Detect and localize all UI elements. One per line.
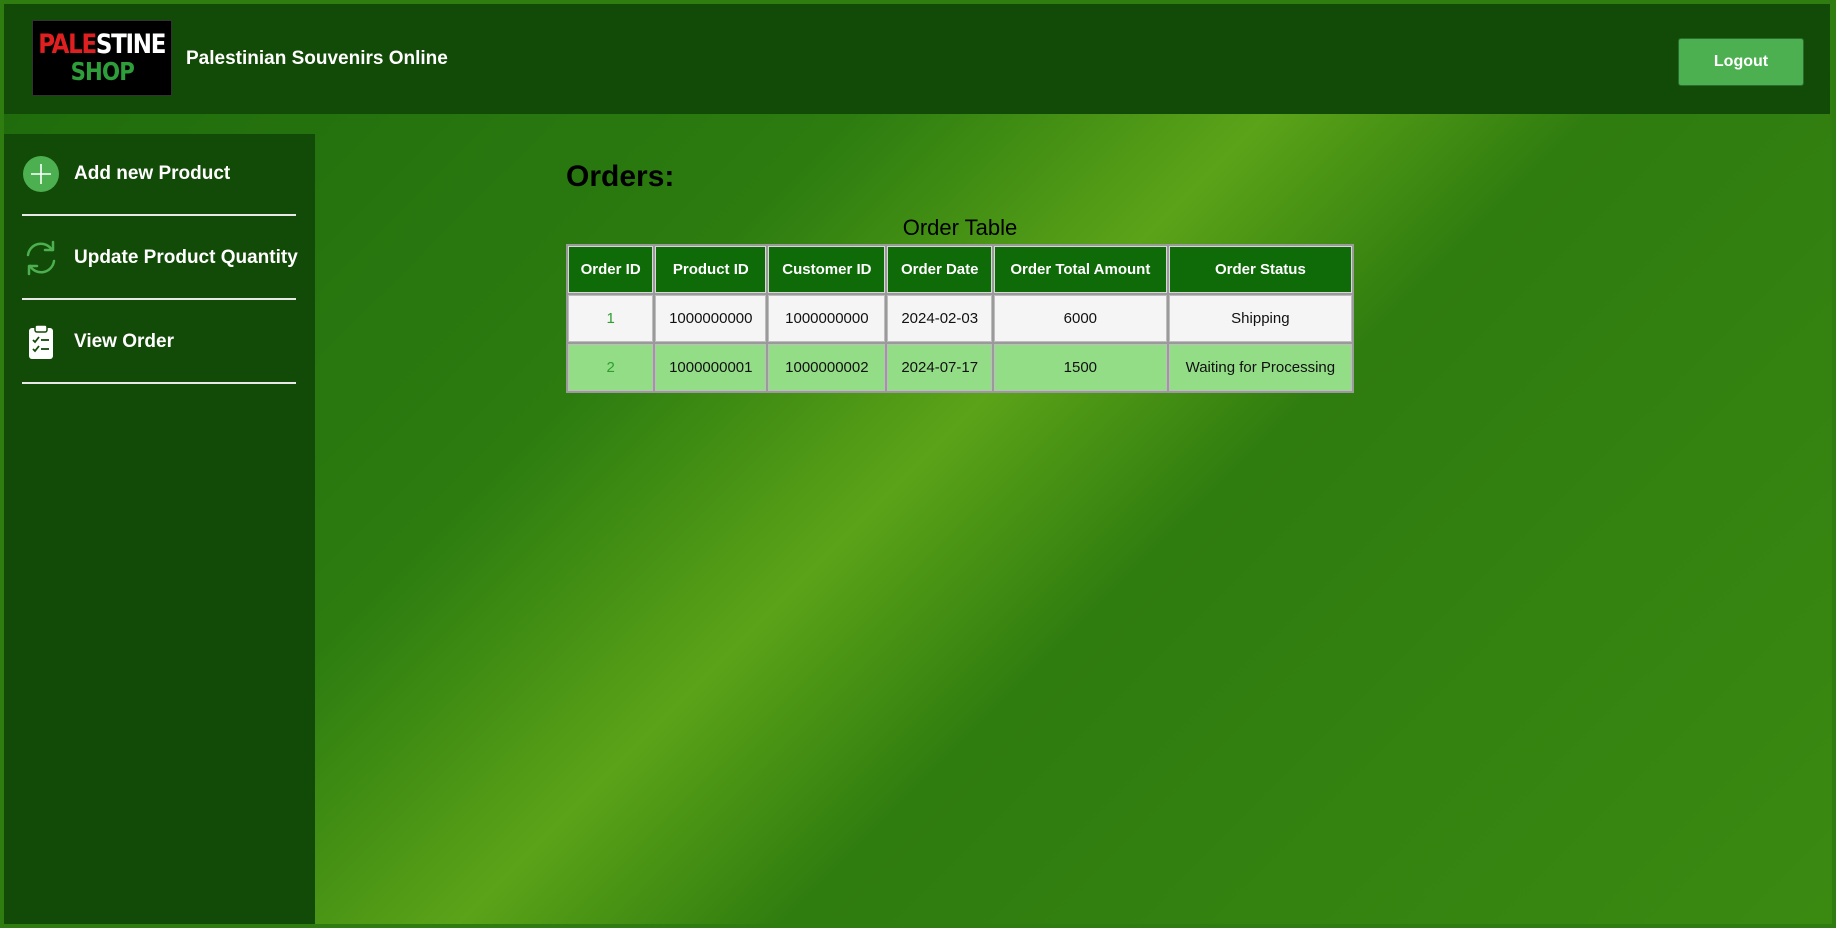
cell-customer-id: 1000000000 <box>768 295 886 342</box>
table-row: 2 1000000001 1000000002 2024-07-17 1500 … <box>568 344 1352 391</box>
table-caption: Order Table <box>902 215 1018 240</box>
column-header-customer-id: Customer ID <box>768 246 886 293</box>
sidebar-item-label: View Order <box>74 331 174 352</box>
table-row: 1 1000000000 1000000000 2024-02-03 6000 … <box>568 295 1352 342</box>
column-header-order-id: Order ID <box>568 246 654 293</box>
orders-table: Order ID Product ID Customer ID Order Da… <box>566 244 1354 393</box>
column-header-product-id: Product ID <box>655 246 767 293</box>
logo-text-line1: PALESTINE <box>38 29 167 60</box>
cell-order-status: Waiting for Processing <box>1168 344 1352 391</box>
column-header-order-date: Order Date <box>887 246 992 293</box>
cell-order-id: 1 <box>568 295 654 342</box>
cell-order-id: 2 <box>568 344 654 391</box>
table-header-row: Order ID Product ID Customer ID Order Da… <box>568 246 1352 293</box>
sidebar-item-label: Add new Product <box>74 163 231 184</box>
top-header: PALESTINE SHOP Palestinian Souvenirs Onl… <box>4 4 1830 114</box>
cell-order-status: Shipping <box>1168 295 1352 342</box>
cell-order-total: 1500 <box>993 344 1167 391</box>
page-title: Orders: <box>566 160 675 193</box>
column-header-order-total: Order Total Amount <box>993 246 1167 293</box>
cell-product-id: 1000000001 <box>655 344 767 391</box>
sidebar: Add new Product Update Product Quantity <box>4 134 315 928</box>
cell-product-id: 1000000000 <box>655 295 767 342</box>
cell-order-total: 6000 <box>993 295 1167 342</box>
logo-text-white: STINE <box>96 29 167 60</box>
sidebar-item-label: Update Product Quantity <box>74 247 298 268</box>
shop-logo[interactable]: PALESTINE SHOP <box>32 20 172 96</box>
plus-circle-icon <box>22 155 60 193</box>
sidebar-item-view-order[interactable]: View Order <box>22 302 296 384</box>
clipboard-check-icon <box>22 323 60 361</box>
logo-text-red: PALE <box>38 29 98 60</box>
logo-text-line2: SHOP <box>70 57 134 86</box>
sidebar-item-update-quantity[interactable]: Update Product Quantity <box>22 218 298 300</box>
cell-order-date: 2024-02-03 <box>887 295 992 342</box>
site-title: Palestinian Souvenirs Online <box>186 48 448 69</box>
cell-customer-id: 1000000002 <box>768 344 886 391</box>
cell-order-date: 2024-07-17 <box>887 344 992 391</box>
sidebar-item-add-product[interactable]: Add new Product <box>22 134 296 216</box>
column-header-order-status: Order Status <box>1168 246 1352 293</box>
refresh-icon <box>22 239 60 277</box>
logout-button[interactable]: Logout <box>1678 38 1804 86</box>
